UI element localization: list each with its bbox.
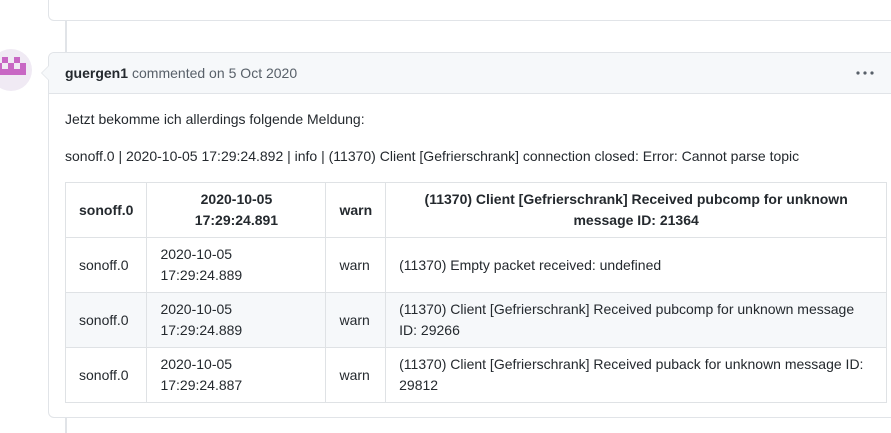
comment-timestamp[interactable]: 5 Oct 2020 [229,65,298,81]
table-cell: sonoff.0 [64,237,148,293]
avatar[interactable] [0,49,32,91]
timeline-line [65,418,67,433]
table-cell: (11370) Client [Gefrierschrank] Received… [385,347,888,403]
identicon-avatar-icon [0,57,26,75]
table-cell: warn [325,237,387,293]
table-cell: warn [325,347,387,403]
more-options-button[interactable] [855,65,875,81]
table-header-cell: (11370) Client [Gefrierschrank] Received… [385,182,888,238]
comment: guergen1 commented on 5 Oct 2020 Jetzt b… [41,52,891,418]
comment-paragraph: sonoff.0 | 2020-10-05 17:29:24.892 | inf… [65,148,800,164]
author-link[interactable]: guergen1 [65,65,128,81]
table-header-cell: warn [325,182,387,238]
table-cell: 2020-10-05 17:29:24.889 [146,237,327,293]
table-cell: (11370) Client [Gefrierschrank] Received… [385,292,888,348]
comment-body: Jetzt bekomme ich allerdings folgende Me… [49,94,891,403]
previous-comment-box [48,0,891,21]
comment-paragraph: Jetzt bekomme ich allerdings folgende Me… [65,111,365,127]
table-row: sonoff.0 2020-10-05 17:29:24.889 warn (1… [64,237,888,293]
comment-action-text: commented on [132,65,225,81]
table-header-cell: 2020-10-05 17:29:24.891 [146,182,327,238]
log-table: sonoff.0 2020-10-05 17:29:24.891 warn (1… [64,182,888,403]
table-cell: (11370) Empty packet received: undefined [385,237,888,293]
table-header-cell: sonoff.0 [64,182,148,238]
table-cell: sonoff.0 [64,292,148,348]
table-cell: 2020-10-05 17:29:24.887 [146,347,327,403]
table-row: sonoff.0 2020-10-05 17:29:24.889 warn (1… [64,292,888,348]
kebab-horizontal-icon [856,71,874,75]
table-cell: warn [325,292,387,348]
table-row: sonoff.0 2020-10-05 17:29:24.887 warn (1… [64,347,888,403]
table-cell: sonoff.0 [64,347,148,403]
table-header-row: sonoff.0 2020-10-05 17:29:24.891 warn (1… [64,182,888,238]
table-cell: 2020-10-05 17:29:24.889 [146,292,327,348]
comment-header: guergen1 commented on 5 Oct 2020 [49,53,891,94]
